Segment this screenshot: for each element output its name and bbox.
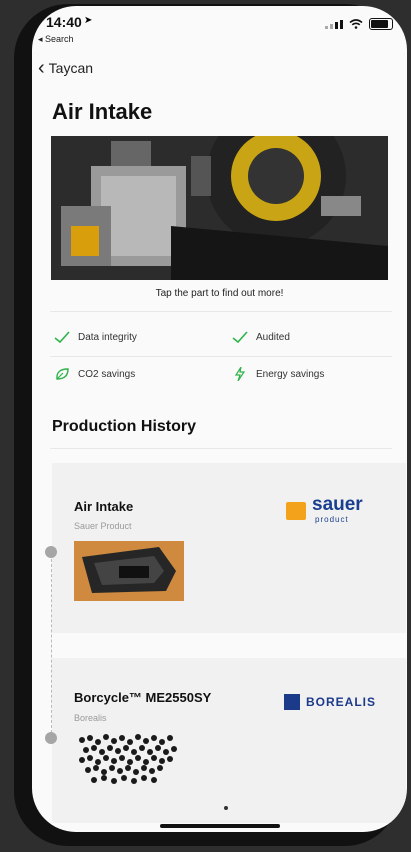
chevron-left-icon: ‹: [38, 57, 45, 79]
phone-frame: 14:40 ➤ ◂ Search ‹ Taycan Air Intake Tap…: [14, 4, 407, 846]
borealis-logo-text: BOREALIS: [306, 695, 377, 709]
history-item-borcycle[interactable]: Borcycle™ ME2550SY Borealis BOREALIS: [52, 658, 406, 823]
status-time: 14:40: [46, 14, 82, 30]
borealis-logo: BOREALIS: [284, 692, 394, 714]
timeline-line: [51, 554, 53, 738]
battery-icon: [369, 18, 393, 30]
history-item-name: Borcycle™ ME2550SY: [74, 690, 212, 705]
back-to-search-link[interactable]: ◂ Search: [38, 34, 74, 45]
divider: [50, 356, 392, 357]
air-intake-part-image: [74, 541, 184, 601]
plastic-pellets-image: [74, 730, 184, 792]
leaf-icon: [56, 368, 69, 380]
checkmark-icon: [54, 331, 70, 344]
hero-caption: Tap the part to find out more!: [155, 288, 284, 299]
history-item-air-intake[interactable]: Air Intake Sauer Product sauer product: [52, 463, 406, 633]
sauer-logo-subtext: product: [315, 515, 349, 524]
sauer-logo-mark: [286, 502, 306, 520]
page-title: Air Intake: [52, 99, 153, 124]
home-indicator[interactable]: [160, 824, 280, 828]
borealis-logo-mark: [284, 694, 300, 710]
sauer-product-logo: sauer product: [286, 494, 401, 526]
lightning-icon: [234, 367, 246, 381]
timeline-dot: [45, 732, 57, 744]
divider: [50, 448, 392, 449]
feature-label: Audited: [256, 331, 290, 343]
divider: [50, 311, 392, 312]
cellular-signal-icon: [325, 19, 343, 29]
back-label: Taycan: [48, 60, 94, 76]
checkmark-icon: [232, 331, 248, 344]
feature-label: Energy savings: [256, 368, 325, 380]
timeline-dot: [45, 546, 57, 558]
sauer-logo-text: sauer: [312, 494, 363, 515]
history-item-subtitle: Borealis: [74, 713, 107, 723]
page-indicator-dot: [224, 806, 228, 810]
feature-audited: Audited: [232, 330, 290, 344]
feature-energy-savings: Energy savings: [232, 367, 324, 381]
history-item-subtitle: Sauer Product: [74, 521, 132, 531]
history-item-name: Air Intake: [74, 499, 134, 514]
status-bar: 14:40 ➤ ◂ Search: [32, 6, 407, 46]
feature-label: CO2 savings: [78, 368, 136, 380]
location-arrow-icon: ➤: [84, 15, 93, 26]
wifi-icon: [349, 19, 363, 29]
feature-co2-savings: CO2 savings: [54, 367, 135, 381]
feature-label: Data integrity: [78, 331, 137, 343]
feature-data-integrity: Data integrity: [54, 330, 137, 344]
part-3d-image[interactable]: [51, 136, 388, 280]
app-screen: 14:40 ➤ ◂ Search ‹ Taycan Air Intake Tap…: [32, 6, 407, 832]
back-button[interactable]: ‹ Taycan: [38, 57, 94, 79]
production-history-title: Production History: [52, 418, 197, 435]
